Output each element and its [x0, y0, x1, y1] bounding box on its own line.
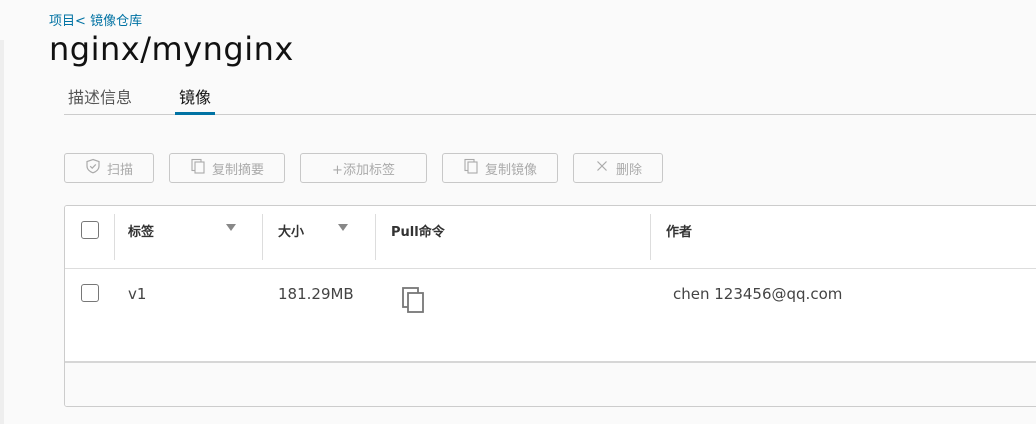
- column-header-tag[interactable]: 标签: [128, 221, 154, 240]
- tab-bar: 描述信息 镜像: [64, 80, 1036, 115]
- copy-icon: [463, 158, 479, 178]
- filter-icon[interactable]: [338, 224, 348, 231]
- column-separator: [650, 214, 651, 260]
- column-header-pull-command[interactable]: Pull命令: [391, 221, 445, 240]
- scan-button-label: 扫描: [106, 162, 133, 178]
- page-title: nginx/mynginx: [49, 30, 294, 68]
- breadcrumb-project-link[interactable]: 项目: [49, 14, 75, 29]
- filter-icon[interactable]: [226, 224, 236, 231]
- copy-image-button[interactable]: 复制镜像: [442, 153, 558, 183]
- breadcrumb: 项目< 镜像仓库: [49, 10, 142, 29]
- copy-digest-label: 复制摘要: [211, 162, 264, 178]
- column-header-size[interactable]: 大小: [278, 221, 304, 240]
- tab-images[interactable]: 镜像: [175, 84, 216, 115]
- tab-description[interactable]: 描述信息: [64, 84, 136, 114]
- column-separator: [375, 214, 376, 260]
- copy-image-label: 复制镜像: [484, 162, 537, 178]
- left-edge-strip: [0, 40, 4, 424]
- copy-digest-button[interactable]: 复制摘要: [169, 153, 285, 183]
- column-separator: [114, 214, 115, 260]
- copy-icon: [190, 158, 206, 178]
- table-row: v1 181.29MB chen 123456@qq.com: [65, 269, 1036, 363]
- datagrid-header: 标签 大小 Pull命令 作者: [65, 206, 1036, 269]
- breadcrumb-separator: <: [75, 14, 86, 29]
- author-cell: chen 123456@qq.com: [673, 285, 843, 303]
- column-separator: [262, 214, 263, 260]
- size-cell: 181.29MB: [278, 285, 354, 303]
- tag-cell[interactable]: v1: [128, 285, 146, 303]
- shield-check-icon: [85, 158, 101, 178]
- datagrid-footer: [65, 363, 1036, 406]
- add-tag-button[interactable]: +添加标签: [300, 153, 427, 183]
- close-icon: [594, 158, 610, 178]
- delete-button[interactable]: 删除: [573, 153, 663, 183]
- column-header-author[interactable]: 作者: [666, 221, 692, 240]
- select-all-checkbox[interactable]: [81, 221, 99, 239]
- scan-button[interactable]: 扫描: [64, 153, 154, 183]
- breadcrumb-repo-link[interactable]: 镜像仓库: [90, 14, 142, 29]
- delete-button-label: 删除: [615, 162, 642, 178]
- add-tag-label: +添加标签: [332, 162, 395, 178]
- copy-pull-command-icon[interactable]: [401, 286, 427, 314]
- row-checkbox[interactable]: [81, 284, 99, 302]
- image-datagrid: 标签 大小 Pull命令 作者 v1 181.29MB chen 123456@…: [64, 205, 1036, 407]
